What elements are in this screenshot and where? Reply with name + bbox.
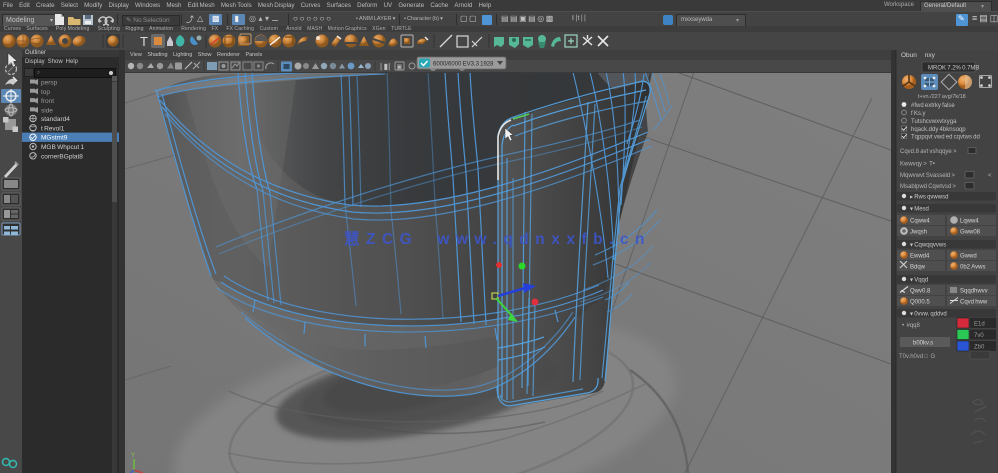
- svg-text:E1d: E1d: [974, 322, 985, 328]
- svg-text:Cqww4: Cqww4: [910, 219, 930, 225]
- svg-text:t+vn./227 avg/7k/18: t+vn./227 avg/7k/18: [918, 94, 966, 100]
- svg-text:˂: ˂: [988, 173, 992, 179]
- svg-text:Bdqw: Bdqw: [910, 265, 926, 271]
- svg-text:0b2 Avws: 0b2 Avws: [960, 265, 985, 271]
- svg-text:Mqwvwvt Svasseld ˃: Mqwvwvt Svasseld ˃: [900, 173, 955, 179]
- svg-text:persp: persp: [41, 80, 58, 87]
- svg-text:t Revol1: t Revol1: [41, 125, 65, 132]
- svg-text:▾ Vqqd: ▾ Vqqd: [910, 278, 928, 284]
- svg-text:Cqvd hww: Cqvd hww: [960, 300, 988, 306]
- svg-text:Msablpwd Cqwtvsd ˃: Msablpwd Cqwtvsd ˃: [900, 184, 956, 190]
- svg-text:慧ZCG www.qdnxxfb.cn: 慧ZCG www.qdnxxfb.cn: [344, 229, 651, 248]
- svg-text:Y: Y: [131, 453, 135, 459]
- svg-text:• #qq8: • #qq8: [902, 323, 921, 329]
- svg-text:MROK 7.2% 0.7MB: MROK 7.2% 0.7MB: [928, 66, 979, 72]
- svg-text:Gwwd: Gwwd: [960, 254, 977, 260]
- svg-text:Gww08: Gww08: [960, 230, 981, 236]
- svg-text:6000/6000 EV3.3 1928: 6000/6000 EV3.3 1928: [433, 62, 494, 68]
- svg-text:MGB Whpcut 1: MGB Whpcut 1: [41, 144, 84, 151]
- svg-text:▾ 0vvw. qddvd: ▾ 0vvw. qddvd: [910, 312, 947, 318]
- svg-text:Cqvd.8 avt vshqqye ˃: Cqvd.8 avt vshqqye ˃: [900, 149, 957, 155]
- svg-text:top: top: [41, 89, 50, 96]
- svg-text:T0v.h0vd □ G: T0v.h0vd □ G: [899, 354, 935, 360]
- svg-text:front: front: [41, 98, 54, 105]
- svg-text:Qwv0.8: Qwv0.8: [910, 289, 931, 295]
- svg-text:Tqppqvt vwd ed cqvtws dd: Tqppqvt vwd ed cqvtws dd: [911, 135, 980, 141]
- svg-text:side: side: [41, 107, 53, 114]
- svg-text:hqack.ddy 4bknsoqp: hqack.ddy 4bknsoqp: [911, 127, 966, 133]
- svg-text:Jwqsh: Jwqsh: [910, 230, 927, 236]
- svg-text:▾ Cqwqqvvws: ▾ Cqwqqvvws: [910, 243, 946, 249]
- svg-text:standard4: standard4: [41, 116, 70, 123]
- svg-text:MGstmt9: MGstmt9: [41, 135, 68, 142]
- svg-text:Obun nxy: Obun nxy: [901, 52, 936, 59]
- svg-text:Q000.5: Q000.5: [910, 300, 930, 306]
- svg-text:b00kv.s: b00kv.s: [913, 341, 933, 347]
- svg-text:7v0: 7v0: [974, 333, 984, 339]
- svg-text:f Ks.y: f Ks.y: [911, 111, 926, 117]
- svg-text:Zb0: Zb0: [974, 345, 985, 351]
- svg-text:Kwwvqy ˃ T•: Kwwvqy ˃ T•: [900, 162, 935, 168]
- svg-text:cornerBGplat8: cornerBGplat8: [41, 153, 83, 160]
- svg-text:#fwd extrky false: #fwd extrky false: [911, 103, 955, 109]
- svg-text:Sqqdhwvv: Sqqdhwvv: [960, 289, 988, 295]
- svg-text:▸ Rws qvwwsd: ▸ Rws qvwwsd: [910, 195, 948, 201]
- svg-text:Ewwd4: Ewwd4: [910, 254, 930, 260]
- svg-text:Tutshcvwxvtxyga: Tutshcvwxvtxyga: [911, 119, 957, 125]
- svg-text:Lqww4: Lqww4: [960, 219, 979, 225]
- svg-text:▾ Mesd: ▾ Mesd: [910, 207, 929, 213]
- svg-text:| ▮|: | ▮|: [380, 62, 390, 71]
- svg-text:▣: ▣: [397, 65, 403, 71]
- svg-text:T: T: [140, 34, 148, 49]
